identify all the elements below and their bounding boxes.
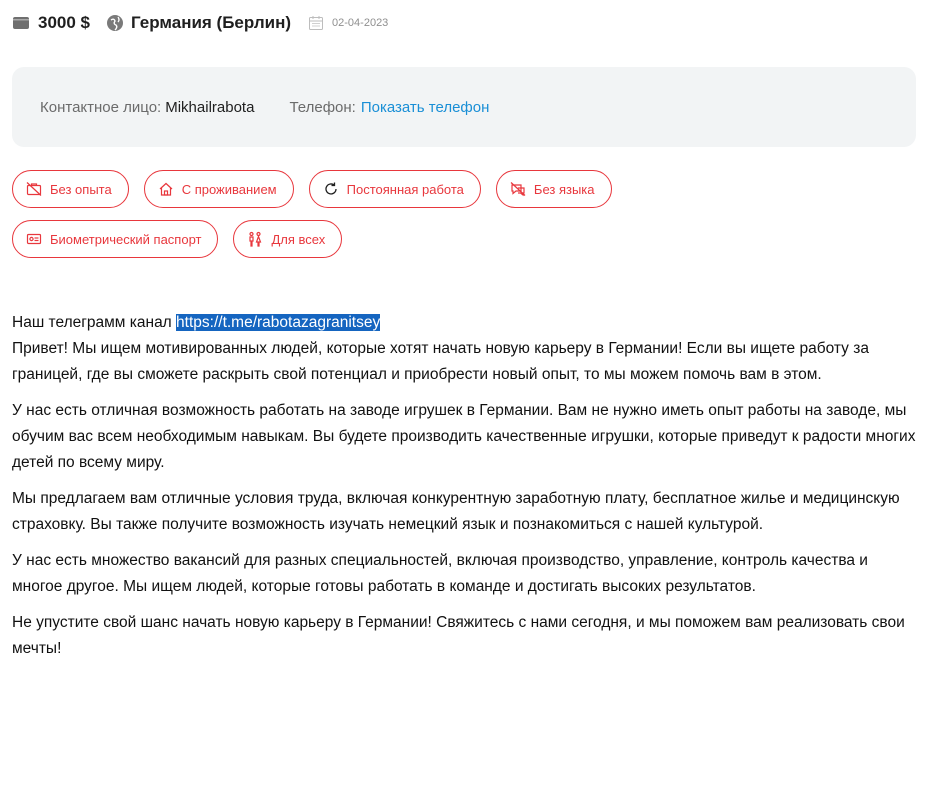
show-phone-link[interactable]: Показать телефон: [361, 99, 490, 116]
calendar-icon: [308, 15, 324, 31]
phone-label: Телефон:: [289, 98, 356, 116]
tag-for-everyone[interactable]: Для всех: [233, 220, 343, 258]
description-paragraph-4: У нас есть множество вакансий для разных…: [12, 552, 868, 595]
contact-person-name: Mikhailrabota: [165, 98, 255, 116]
publish-date: 02-04-2023: [332, 17, 389, 29]
tag-label: Биометрический паспорт: [50, 231, 202, 247]
tag-no-experience[interactable]: Без опыта: [12, 170, 129, 208]
salary: 3000 $: [38, 13, 90, 32]
telegram-link[interactable]: https://t.me/rabotazagranitsey: [176, 314, 381, 331]
tag-with-housing[interactable]: С проживанием: [143, 170, 294, 208]
description-paragraph-3: Мы предлагаем вам отличные условия труда…: [12, 490, 900, 533]
people-icon: [247, 231, 263, 247]
location: Германия (Берлин): [131, 13, 292, 32]
tag-label: Для всех: [271, 231, 326, 247]
tag-label: С проживанием: [181, 181, 277, 197]
tag-permanent-job[interactable]: Постоянная работа: [308, 170, 481, 208]
wallet-icon: [12, 15, 30, 31]
tag-label: Без языка: [533, 181, 595, 197]
vacancy-description: Наш телеграмм канал https://t.me/rabotaz…: [12, 310, 918, 672]
speech-crossed-icon: [510, 181, 526, 197]
passport-icon: [26, 231, 42, 247]
description-paragraph-2: У нас есть отличная возможность работать…: [12, 402, 916, 471]
contact-panel: Контактное лицо: Mikhailrabota Телефон: …: [12, 67, 916, 147]
tag-no-language[interactable]: Без языка: [495, 170, 612, 208]
description-paragraph-1: Привет! Мы ищем мотивированных людей, ко…: [12, 340, 869, 383]
tag-biometric-passport[interactable]: Биометрический паспорт: [12, 220, 219, 258]
tag-label: Без опыта: [50, 181, 112, 197]
globe-icon: [106, 14, 124, 32]
description-paragraph-5: Не упустите свой шанс начать новую карье…: [12, 614, 905, 657]
refresh-icon: [323, 181, 339, 197]
vacancy-tags: Без опыта С проживанием Постоянная работ…: [12, 170, 922, 270]
briefcase-crossed-icon: [26, 181, 42, 197]
contact-person-label: Контактное лицо:: [40, 98, 162, 116]
telegram-line: Наш телеграмм канал https://t.me/rabotaz…: [12, 310, 918, 336]
vacancy-meta: 3000 $ Германия (Берлин) 02-04-2023: [12, 12, 388, 34]
telegram-prefix: Наш телеграмм канал: [12, 314, 172, 331]
tag-label: Постоянная работа: [346, 181, 464, 197]
house-icon: [158, 181, 174, 197]
